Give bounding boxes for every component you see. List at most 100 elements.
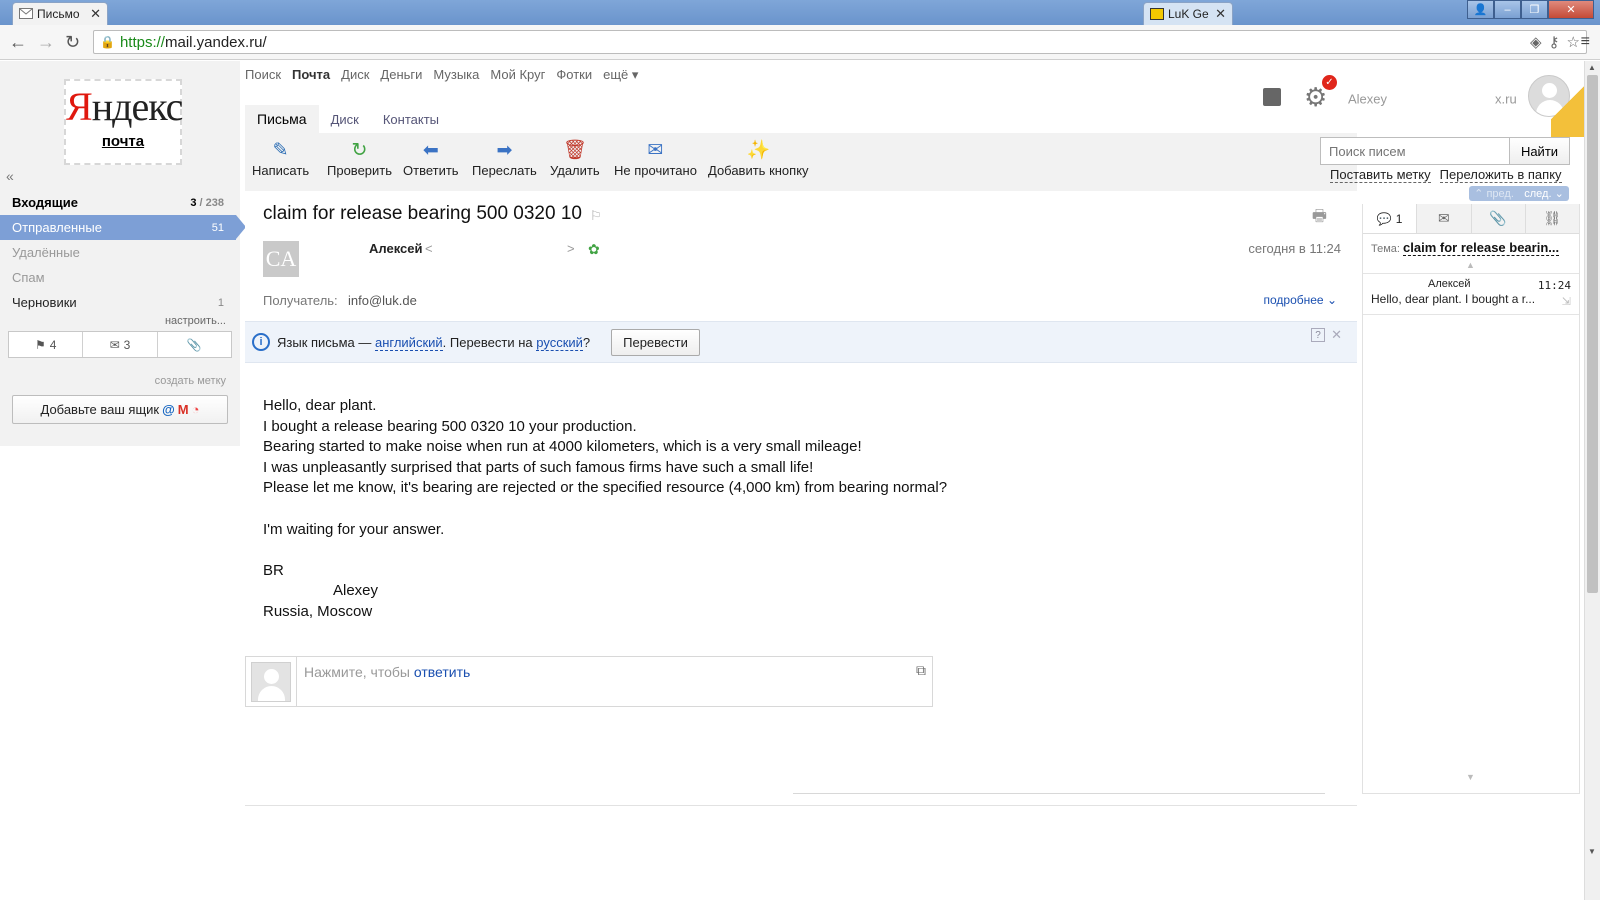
minimize-icon[interactable]: – [1494,0,1521,19]
folder-spam[interactable]: Спам [0,265,236,290]
page-scrollbar[interactable]: ▲ ▼ [1584,61,1600,900]
reply-button[interactable]: ⬅ Ответить [403,139,459,178]
compose-button[interactable]: ✎ Написать [252,139,309,178]
close-icon[interactable]: ✕ [1331,327,1342,343]
message-subject: claim for release bearing 500 0320 10 [263,203,582,224]
quick-reply-box[interactable]: Нажмите, чтобы ответить ⧉ [245,656,933,707]
add-mailbox-button[interactable]: Добавьте ваш ящик @ M ◔ [12,395,228,424]
scrollbar-thumb[interactable] [1587,75,1598,593]
next-message-link[interactable]: след. ⌄ [1524,187,1564,200]
key-icon[interactable]: ⚷ [1549,33,1560,51]
tab-title: LuK Ge [1168,7,1209,21]
service-moikrug[interactable]: Мой Круг [490,67,545,83]
thread-tab-attachments[interactable]: 📎 [1472,204,1526,233]
book-icon[interactable] [1263,88,1281,106]
browser-menu-icon[interactable]: ≡ [1581,33,1590,51]
browser-tab-mail[interactable]: Письмо ✕ [12,2,108,25]
promo-corner[interactable] [1551,67,1585,137]
filter-count: 4 [49,337,57,352]
pin-icon[interactable]: ⇲ [1562,295,1571,308]
user-email[interactable]: Alexey x.ru [1348,85,1517,109]
translate-button[interactable]: Перевести [611,329,700,356]
recipient-address[interactable]: info@luk.de [348,293,417,308]
target-language-link[interactable]: русский [536,335,583,351]
thread-message-item[interactable]: Алексей 11:24 Hello, dear plant. I bough… [1363,273,1579,315]
thread-count: 1 [1395,211,1403,226]
label-links: Поставить метку Переложить в папку [1330,167,1562,183]
service-music[interactable]: Музыка [433,67,479,83]
prev-message-link[interactable]: ⌃ пред. [1474,187,1514,200]
forward-button[interactable]: ➡ Переслать [472,139,537,178]
folder-sent[interactable]: Отправленные 51 [0,215,246,240]
tab-contacts[interactable]: Контакты [371,105,451,133]
at-icon: @ [162,402,175,417]
service-search[interactable]: Поиск [245,67,281,83]
more-details-link[interactable]: подробнее ⌄ [1264,293,1338,307]
maximize-icon[interactable]: ❐ [1521,0,1548,19]
body-line: I was unpleasantly surprised that parts … [263,458,814,476]
filter-flagged-button[interactable]: ⚑ 4 [9,332,84,357]
folder-inbox[interactable]: Входящие 3 / 238 [0,190,236,215]
sender-name[interactable]: Алексей [369,241,423,256]
tab-disk[interactable]: Диск [319,105,371,133]
print-icon[interactable]: 🖶 [1312,205,1327,232]
body-line: Russia, Moscow [263,602,373,620]
thread-topic-link[interactable]: claim for release bearin... [1403,240,1560,256]
reload-icon[interactable]: ↻ [65,32,80,53]
user-icon[interactable]: 👤 [1467,0,1494,19]
reply-hint: Нажмите, чтобы ответить [304,664,471,680]
filter-count: 3 [123,337,131,352]
search-input[interactable] [1320,137,1510,165]
translate-text: Язык письма — английский. Перевести на р… [277,335,591,351]
close-tab-icon[interactable]: ✕ [1215,6,1226,22]
service-money[interactable]: Деньги [380,67,422,83]
close-tab-icon[interactable]: ✕ [90,6,101,22]
filter-attachments-button[interactable]: 📎 [158,332,231,357]
source-language-link[interactable]: английский [374,335,443,351]
popout-icon[interactable]: ⧉ [916,662,926,679]
filter-unread-button[interactable]: ✉ 3 [83,332,158,357]
check-mail-button[interactable]: ↻ Проверить [327,139,392,178]
thread-tab-messages[interactable]: 💬 1 [1363,204,1418,233]
delete-button[interactable]: 🗑 Удалить [550,139,600,178]
divider [296,657,297,706]
mail-search: Найти [1320,137,1570,165]
window-close-icon[interactable]: ✕ [1548,0,1594,19]
service-more[interactable]: ещё ▾ [603,67,638,83]
address-bar[interactable]: 🔒 https:// mail.yandex.ru/ ◈ ⚷ ☆ [93,30,1587,54]
scroll-down-arrow-icon[interactable]: ▼ [1588,847,1596,856]
back-arrow-icon[interactable]: ← [9,32,27,53]
yandex-mail-logo[interactable]: Яндекс почта [64,79,183,165]
mark-unread-button[interactable]: ✉ Не прочитано [614,139,697,178]
service-photos[interactable]: Фотки [556,67,592,83]
collapse-sidebar-icon[interactable]: « [6,168,14,184]
service-disk[interactable]: Диск [341,67,369,83]
reply-arrow-icon: ⬅ [422,140,439,161]
thread-tab-mail[interactable]: ✉ [1417,204,1472,233]
translate-bar: i Язык письма — английский. Перевести на… [245,321,1357,363]
thread-tab-links[interactable]: ⛓ [1526,204,1579,233]
service-mail[interactable]: Почта [292,67,330,83]
folder-drafts[interactable]: Черновики 1 [0,290,236,315]
body-line: I bought a release bearing 500 0320 10 y… [263,417,637,435]
browser-tab-luk[interactable]: LuK Ge ✕ [1143,2,1233,25]
help-icon[interactable]: ? [1311,328,1325,342]
search-button[interactable]: Найти [1510,137,1570,165]
setup-folders-link[interactable]: настроить... [165,315,226,327]
sender-bracket-open: < [425,241,433,256]
bookmark-star-icon[interactable]: ☆ [1567,33,1580,51]
move-to-folder-link[interactable]: Переложить в папку [1439,167,1562,183]
browser-tab-bar: Письмо ✕ LuK Ge ✕ 👤 – ❐ ✕ [0,0,1600,25]
add-button-button[interactable]: ✨ Добавить кнопку [708,139,809,178]
set-label-link[interactable]: Поставить метку [1330,167,1431,183]
scroll-down-icon[interactable]: ▼ [1466,772,1475,782]
forward-arrow-icon[interactable]: → [37,32,55,53]
folder-trash[interactable]: Удалённые [0,240,236,265]
flag-icon[interactable]: ⚐ [590,208,602,224]
extension-icon[interactable]: ◈ [1530,33,1542,51]
scroll-up-arrow-icon[interactable]: ▲ [1588,63,1596,72]
scroll-up-icon[interactable]: ▲ [1466,260,1475,270]
reply-link[interactable]: ответить [414,664,470,680]
tab-letters[interactable]: Письма [245,105,319,133]
create-label-link[interactable]: создать метку [155,375,226,387]
